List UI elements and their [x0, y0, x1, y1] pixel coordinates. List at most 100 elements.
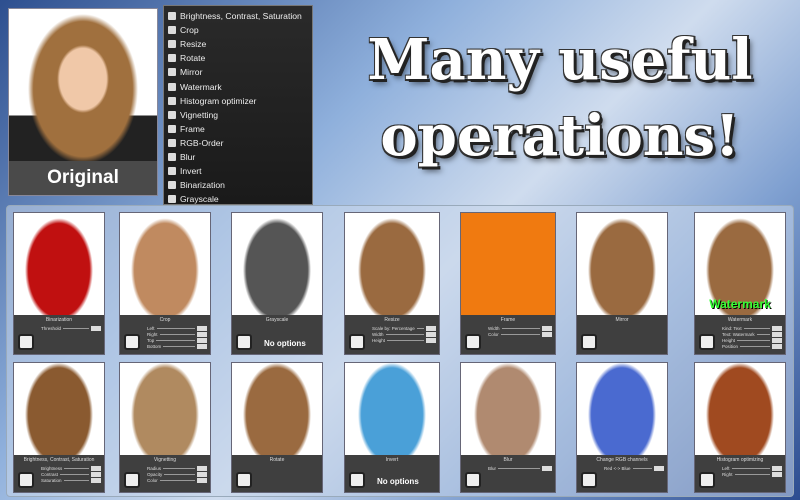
slider[interactable] [156, 339, 195, 341]
slider[interactable] [734, 473, 770, 475]
slider[interactable] [159, 479, 195, 481]
operation-card[interactable]: Change RGB channels Red <-> Blue [576, 362, 668, 493]
operation-card[interactable]: Frame Width Color [460, 212, 556, 355]
menu-item[interactable]: Rotate [168, 51, 312, 65]
value-field[interactable] [197, 337, 207, 343]
value-field[interactable] [542, 465, 552, 471]
slider[interactable] [163, 345, 195, 347]
menu-item[interactable]: Crop [168, 23, 312, 37]
panel-title: Histogram optimizing [716, 457, 764, 463]
value-field[interactable] [197, 325, 207, 331]
operation-card[interactable]: Resize Scale by: Percentage Width Height [344, 212, 440, 355]
operation-card[interactable]: Vignetting Radius Opacity Color [119, 362, 211, 493]
slider[interactable] [632, 467, 652, 469]
slider[interactable] [63, 479, 89, 481]
control-row[interactable]: Bottom [147, 343, 207, 349]
slider[interactable] [498, 467, 540, 469]
operation-icon [236, 472, 252, 488]
operation-icon [349, 472, 365, 488]
value-field[interactable] [542, 331, 552, 337]
slider[interactable] [156, 327, 195, 329]
value-field[interactable] [91, 325, 101, 331]
headline: Many useful operations! [325, 22, 795, 174]
slider[interactable] [743, 327, 770, 329]
operation-icon [168, 54, 176, 63]
value-field[interactable] [197, 477, 207, 483]
control-row[interactable]: Saturation [41, 477, 101, 483]
control-row[interactable]: Color [488, 331, 552, 337]
value-field[interactable] [772, 465, 782, 471]
control-row[interactable]: Red <-> Blue [604, 465, 664, 471]
preview-photo [120, 213, 210, 317]
value-field[interactable] [772, 471, 782, 477]
value-field[interactable] [197, 343, 207, 349]
operation-card[interactable]: Mirror [576, 212, 668, 355]
control-row[interactable]: Position [722, 343, 782, 349]
value-field[interactable] [91, 465, 101, 471]
value-field[interactable] [772, 325, 782, 331]
menu-item[interactable]: Frame [168, 122, 312, 136]
slider[interactable] [159, 333, 195, 335]
slider[interactable] [500, 333, 540, 335]
value-field[interactable] [197, 331, 207, 337]
value-field[interactable] [772, 331, 782, 337]
operation-card[interactable]: Histogram optimizing Left Right [694, 362, 786, 493]
value-field[interactable] [654, 465, 664, 471]
slider[interactable] [501, 327, 540, 329]
menu-item[interactable]: Blur [168, 150, 312, 164]
slider[interactable] [756, 333, 770, 335]
menu-item[interactable]: Watermark [168, 79, 312, 93]
slider[interactable] [64, 467, 89, 469]
control-row[interactable]: Height [372, 337, 436, 343]
slider[interactable] [737, 339, 770, 341]
operation-card[interactable]: Watermark Watermark Kind: Text Text: Waterm… [694, 212, 786, 355]
slider[interactable] [63, 327, 89, 329]
control-row[interactable]: Text: Watermark [722, 331, 782, 337]
preview-photo [345, 213, 439, 317]
preview-photo [14, 363, 104, 457]
menu-item[interactable]: Vignetting [168, 108, 312, 122]
operation-card[interactable]: Crop Left Right Top Bottom [119, 212, 211, 355]
control-row[interactable]: Blur [488, 465, 552, 471]
slider[interactable] [731, 467, 770, 469]
menu-item[interactable]: Mirror [168, 65, 312, 79]
menu-item[interactable]: Brightness, Contrast, Saturation [168, 9, 312, 23]
value-field[interactable] [197, 465, 207, 471]
slider[interactable] [740, 345, 770, 347]
value-field[interactable] [91, 477, 101, 483]
menu-item[interactable]: Binarization [168, 178, 312, 192]
control-label: Position [722, 343, 739, 349]
value-field[interactable] [197, 471, 207, 477]
value-field[interactable] [426, 325, 436, 331]
control-row[interactable]: Color [147, 477, 207, 483]
slider[interactable] [385, 333, 424, 335]
slider[interactable] [164, 473, 195, 475]
value-field[interactable] [91, 471, 101, 477]
operation-icon [168, 195, 176, 204]
value-field[interactable] [772, 337, 782, 343]
control-row[interactable]: Right [722, 471, 782, 477]
slider[interactable] [416, 327, 424, 329]
operation-card[interactable]: Invert No options [344, 362, 440, 493]
operation-icon [168, 26, 176, 35]
slider[interactable] [60, 473, 89, 475]
control-row[interactable]: Scale by: Percentage [372, 325, 436, 331]
value-field[interactable] [426, 331, 436, 337]
control-row[interactable]: Threshold [41, 325, 101, 331]
menu-item[interactable]: Invert [168, 164, 312, 178]
value-field[interactable] [542, 325, 552, 331]
panel-title: Rotate [269, 457, 285, 463]
menu-item[interactable]: RGB-Order [168, 136, 312, 150]
operation-icon [349, 334, 365, 350]
operation-card[interactable]: Binarization Threshold [13, 212, 105, 355]
operation-card[interactable]: Brightness, Contrast, Saturation Brightne… [13, 362, 105, 493]
slider[interactable] [163, 467, 195, 469]
operation-card[interactable]: Grayscale No options [231, 212, 323, 355]
value-field[interactable] [772, 343, 782, 349]
value-field[interactable] [426, 337, 436, 343]
operation-card[interactable]: Blur Blur [460, 362, 556, 493]
slider[interactable] [387, 339, 424, 341]
operation-card[interactable]: Rotate [231, 362, 323, 493]
menu-item[interactable]: Resize [168, 37, 312, 51]
menu-item[interactable]: Histogram optimizer [168, 94, 312, 108]
